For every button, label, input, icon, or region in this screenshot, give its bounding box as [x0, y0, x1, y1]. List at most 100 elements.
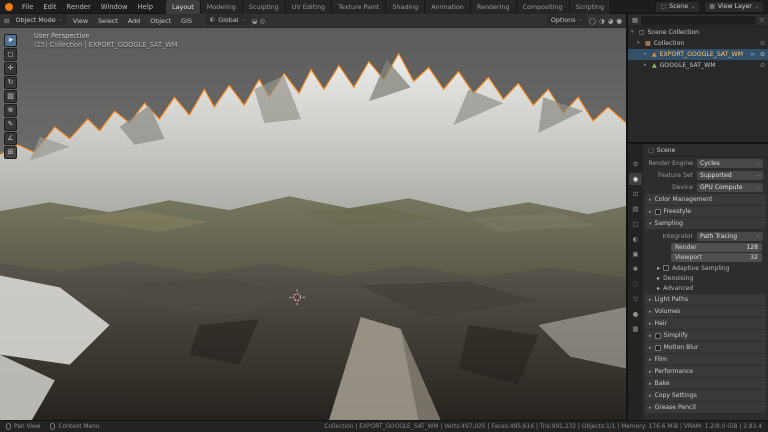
- shading-solid-icon[interactable]: ◑: [599, 17, 605, 25]
- workspace-tab-scripting[interactable]: Scripting: [569, 0, 611, 14]
- shading-rendered-icon[interactable]: ●: [616, 17, 622, 25]
- workspace-tab-compositing[interactable]: Compositing: [516, 0, 570, 14]
- simplify-checkbox[interactable]: [654, 332, 661, 339]
- object-properties-tab-icon[interactable]: ▣: [629, 248, 642, 260]
- workspace-tab-uv-editing[interactable]: UV Editing: [285, 0, 333, 14]
- transform-orientation-dropdown[interactable]: ◐ Global ⌄: [205, 15, 250, 26]
- hide-in-viewport-eye-icon[interactable]: ⊙: [760, 50, 765, 59]
- material-properties-tab-icon[interactable]: ●: [629, 308, 642, 320]
- annotate-tool-icon[interactable]: ✎: [4, 118, 17, 131]
- collection-label: Collection: [653, 40, 685, 47]
- workspace-tab-layout[interactable]: Layout: [166, 0, 201, 14]
- section-hair[interactable]: ▸ Hair: [645, 318, 766, 329]
- mouse-icon: [6, 423, 11, 430]
- subsection-advanced[interactable]: ▸ Advanced: [643, 283, 768, 293]
- workspace-tab-texture-paint[interactable]: Texture Paint: [332, 0, 387, 14]
- move-tool-icon[interactable]: ✛: [4, 62, 17, 75]
- section-motion-blur[interactable]: ▸ Motion Blur: [645, 342, 766, 353]
- menu-help[interactable]: Help: [133, 0, 159, 14]
- viewport-menu-gis[interactable]: GIS: [177, 14, 196, 28]
- render-engine-dropdown[interactable]: Cycles ⌄: [697, 158, 763, 168]
- mode-dropdown[interactable]: Object Mode ⌄: [11, 15, 67, 26]
- freestyle-checkbox[interactable]: [654, 208, 661, 215]
- select-tool-icon[interactable]: ➤: [4, 34, 17, 47]
- feature-set-row: Feature Set Supported ⌄: [643, 169, 768, 181]
- rotate-tool-icon[interactable]: ↻: [4, 76, 17, 89]
- disclosure-triangle-icon[interactable]: ▾: [637, 39, 642, 48]
- hide-in-viewport-eye-icon[interactable]: ⊙: [760, 61, 765, 70]
- adaptive-sampling-checkbox[interactable]: [663, 265, 670, 271]
- viewport-menu-view[interactable]: View: [69, 14, 92, 28]
- options-dropdown[interactable]: Options ⌄: [546, 15, 587, 26]
- samples-viewport-field[interactable]: Viewport 32: [671, 253, 762, 262]
- section-performance[interactable]: ▸ Performance: [645, 366, 766, 377]
- workspace-tab-sculpting[interactable]: Sculpting: [242, 0, 286, 14]
- filter-funnel-icon[interactable]: ▽: [759, 17, 764, 24]
- subsection-adaptive-sampling[interactable]: ▸ Adaptive Sampling: [643, 263, 768, 273]
- view-layer-selector[interactable]: ▦ View Layer ⌄: [704, 0, 764, 13]
- editor-type-icon[interactable]: ⊞: [4, 17, 9, 25]
- outliner-row-scene-collection[interactable]: ▾ ▢ Scene Collection: [628, 27, 768, 38]
- transform-tool-icon[interactable]: ⊕: [4, 104, 17, 117]
- measure-tool-icon[interactable]: ∠: [4, 132, 17, 145]
- outliner-search-input[interactable]: [640, 15, 757, 25]
- section-simplify[interactable]: ▸ Simplify: [645, 330, 766, 341]
- section-volumes[interactable]: ▸ Volumes: [645, 306, 766, 317]
- viewport-menu-object[interactable]: Object: [146, 14, 175, 28]
- samples-render-field[interactable]: Render 128: [671, 243, 762, 252]
- cursor-tool-icon[interactable]: ◻: [4, 48, 17, 61]
- blender-logo-icon[interactable]: [5, 2, 13, 11]
- section-color-management[interactable]: ▸ Color Management: [645, 194, 766, 205]
- modifier-properties-tab-icon[interactable]: ✱: [629, 263, 642, 275]
- section-sampling[interactable]: ▾ Sampling: [645, 218, 766, 229]
- disclosure-triangle-icon: ▸: [649, 308, 652, 315]
- view-layer-properties-tab-icon[interactable]: ▤: [629, 203, 642, 215]
- workspace-tab-animation[interactable]: Animation: [425, 0, 471, 14]
- shading-material-icon[interactable]: ◕: [608, 17, 614, 25]
- menu-render[interactable]: Render: [62, 0, 96, 14]
- disclosure-triangle-icon[interactable]: ▸: [644, 50, 649, 59]
- section-light-paths[interactable]: ▸ Light Paths: [645, 294, 766, 305]
- scene-selector[interactable]: ▢ Scene ⌄: [655, 0, 701, 13]
- outliner-row-google-sat-wm[interactable]: ▸ ▲ GOOGLE_SAT_WM ⊙: [628, 60, 768, 71]
- section-film[interactable]: ▸ Film: [645, 354, 766, 365]
- viewport-menu-add[interactable]: Add: [124, 14, 144, 28]
- world-properties-tab-icon[interactable]: ◐: [629, 233, 642, 245]
- outliner-editor-icon[interactable]: ▦: [632, 17, 638, 24]
- link-icon[interactable]: ∞: [750, 50, 755, 59]
- subsection-denoising[interactable]: ▸ Denoising: [643, 273, 768, 283]
- hide-in-viewport-eye-icon[interactable]: ⊙: [760, 39, 765, 48]
- render-properties-tab-icon[interactable]: ◉: [629, 173, 642, 185]
- section-grease-pencil[interactable]: ▸ Grease Pencil: [645, 402, 766, 413]
- motion-blur-checkbox[interactable]: [654, 344, 661, 351]
- workspace-tab-rendering[interactable]: Rendering: [470, 0, 517, 14]
- feature-set-dropdown[interactable]: Supported ⌄: [697, 170, 763, 180]
- scene-properties-tab-icon[interactable]: ▢: [629, 218, 642, 230]
- viewport-canvas[interactable]: User Perspective (15) Collection | EXPOR…: [0, 28, 626, 420]
- output-properties-tab-icon[interactable]: ⊡: [629, 188, 642, 200]
- disclosure-triangle-icon[interactable]: ▾: [631, 28, 636, 37]
- shading-wireframe-icon[interactable]: ◯: [589, 17, 596, 25]
- device-dropdown[interactable]: GPU Compute ⌄: [697, 182, 763, 192]
- object-data-properties-tab-icon[interactable]: ▽: [629, 293, 642, 305]
- workspace-tab-shading[interactable]: Shading: [386, 0, 426, 14]
- menu-window[interactable]: Window: [96, 0, 133, 14]
- scale-tool-icon[interactable]: ▧: [4, 90, 17, 103]
- physics-properties-tab-icon[interactable]: ◌: [629, 278, 642, 290]
- workspace-tab-modeling[interactable]: Modeling: [200, 0, 243, 14]
- disclosure-triangle-icon[interactable]: ▸: [644, 61, 649, 70]
- section-freestyle[interactable]: ▸ Freestyle: [645, 206, 766, 217]
- texture-properties-tab-icon[interactable]: ▦: [629, 323, 642, 335]
- section-bake[interactable]: ▸ Bake: [645, 378, 766, 389]
- menu-file[interactable]: File: [17, 0, 38, 14]
- viewport-menu-select[interactable]: Select: [94, 14, 122, 28]
- add-cube-tool-icon[interactable]: ⊞: [4, 146, 17, 159]
- snap-magnet-icon[interactable]: ◒: [252, 17, 258, 25]
- section-copy-settings[interactable]: ▸ Copy Settings: [645, 390, 766, 401]
- outliner-row-collection[interactable]: ▾ ▦ Collection ⊙: [628, 38, 768, 49]
- proportional-editing-icon[interactable]: ◎: [259, 17, 265, 25]
- integrator-dropdown[interactable]: Path Tracing ⌄: [697, 231, 763, 241]
- menu-edit[interactable]: Edit: [38, 0, 61, 14]
- tool-properties-tab-icon[interactable]: ⚙: [629, 158, 642, 170]
- outliner-row-export-google-sat-wm[interactable]: ▸ ▲ EXPORT_GOOGLE_SAT_WM ∞ ⊙: [628, 49, 768, 60]
